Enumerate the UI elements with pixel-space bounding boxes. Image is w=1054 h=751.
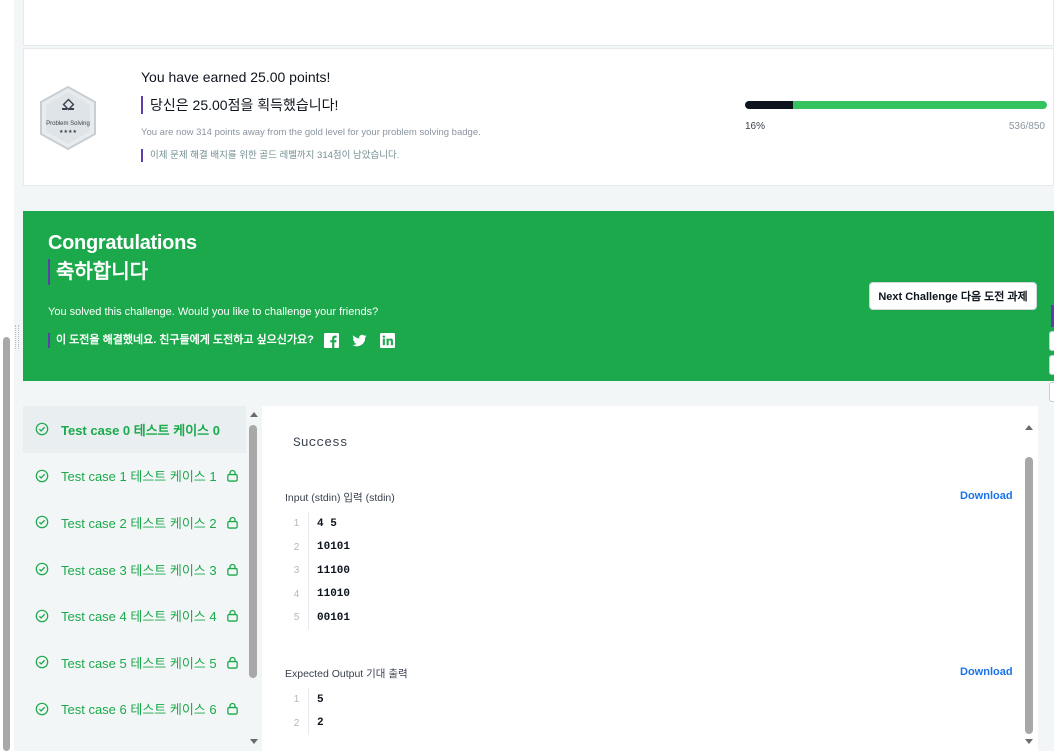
congrats-message: You solved this challenge. Would you lik… [48,306,379,318]
points-earned-title: You have earned 25.00 points! [141,69,331,85]
problem-solving-badge: Problem Solving ★★★★ [38,85,98,151]
twitter-icon[interactable] [352,333,367,348]
badge-progress-bar [745,101,1047,109]
test-output-panel: Success Input (stdin) 입력 (stdin) Downloa… [262,406,1038,751]
progress-percent: 16% [745,121,766,132]
test-case-label: Test case 1 테스트 케이스 1 [61,469,217,485]
expected-output-download-link[interactable]: Download [960,666,1013,678]
gold-level-message-ko: 이제 문제 해결 배지를 위한 골드 레벨까지 314점이 남았습니다. [141,149,399,162]
scroll-up-arrow-icon[interactable] [250,412,258,417]
code-line: 2 10101 [285,535,1015,559]
side-widget-tab[interactable] [1049,331,1054,351]
resize-grip[interactable] [15,325,19,349]
check-circle-icon [35,562,49,576]
expected-output-label: Expected Output 기대 출력 [285,668,408,680]
test-case-label: Test case 6 테스트 케이스 6 [61,702,217,718]
code-line: 5 00101 [285,606,1015,630]
line-number: 3 [285,559,309,583]
test-case-item[interactable]: Test case 5 테스트 케이스 5 [23,639,246,686]
line-number: 1 [285,512,309,536]
congratulations-banner: Congratulations 축하합니다 You solved this ch… [23,211,1054,381]
check-circle-icon [35,702,49,716]
top-card-strip [23,0,1054,46]
gold-level-message: You are now 314 points away from the gol… [141,127,481,138]
linkedin-icon[interactable] [379,333,395,348]
code-line: 1 4 5 [285,512,1015,536]
test-case-label: Test case 0 테스트 케이스 0 [61,422,220,438]
output-scroll-up-arrow-icon[interactable] [1025,425,1033,430]
code-line: 4 11010 [285,582,1015,606]
line-number: 1 [285,688,309,712]
code-line: 15 [285,688,1015,712]
line-number: 5 [285,606,309,630]
congrats-message-ko: 이 도전을 해결했네요. 친구들에게 도전하고 싶으신가요? [56,334,314,346]
lock-icon [226,703,238,716]
test-case-label: Test case 3 테스트 케이스 3 [61,562,217,578]
page-scrollbar-thumb[interactable] [3,337,10,751]
input-download-link[interactable]: Download [960,490,1013,502]
code-line: 3 11100 [285,559,1015,583]
line-value: 00101 [317,611,351,624]
side-widget-tab[interactable] [1049,382,1054,402]
points-card: Problem Solving ★★★★ You have earned 25.… [23,48,1054,186]
scroll-down-arrow-icon[interactable] [250,739,258,744]
progress-count: 536/850 [1008,121,1045,132]
test-case-scrollbar-thumb[interactable] [249,425,257,678]
compiler-status: Success [293,435,348,450]
test-case-item[interactable]: Test case 0 테스트 케이스 0 [23,406,246,453]
lock-icon [226,610,238,622]
test-case-label: Test case 2 테스트 케이스 2 [61,515,217,531]
test-case-item[interactable]: Test case 1 테스트 케이스 1 [23,453,246,500]
line-value: 11100 [317,564,351,577]
test-case-item[interactable]: Test case 2 테스트 케이스 2 [23,499,246,546]
side-widget-tab[interactable] [1049,355,1054,375]
check-circle-icon [35,516,49,529]
congrats-title-ko: 축하합니다 [48,259,148,285]
line-value: 5 [317,693,324,706]
line-value: 4 5 [317,517,337,530]
page: Problem Solving ★★★★ You have earned 25.… [0,0,1054,751]
check-circle-icon [35,609,49,622]
test-case-item[interactable]: Test case 3 테스트 케이스 3 [23,546,246,593]
input-label: Input (stdin) 입력 (stdin) [285,492,395,504]
check-circle-icon [35,422,49,436]
congrats-title: Congratulations [48,232,197,254]
social-share [323,333,395,348]
expected-output-code-block: 1522 [285,688,1015,735]
line-value: 11010 [317,588,351,601]
line-value: 10101 [317,541,351,554]
check-circle-icon [35,655,49,669]
badge-hexagon-icon: Problem Solving ★★★★ [40,85,96,151]
test-case-label: Test case 4 테스트 케이스 4 [61,609,217,625]
lock-icon [226,656,238,669]
line-value: 2 [317,717,324,730]
code-line: 22 [285,711,1015,735]
lock-icon [226,563,238,576]
congrats-message-ko-row: 이 도전을 해결했네요. 친구들에게 도전하고 싶으신가요? [48,333,395,348]
svg-text:★★★★: ★★★★ [59,129,77,135]
lock-icon [226,470,238,483]
output-scroll-down-arrow-icon[interactable] [1025,739,1033,744]
check-circle-icon [35,469,49,483]
line-number: 4 [285,582,309,606]
facebook-icon[interactable] [323,333,339,348]
next-challenge-button[interactable]: Next Challenge 다음 도전 과제 [869,282,1037,310]
output-scrollbar-thumb[interactable] [1025,457,1033,734]
test-case-item[interactable]: Test case 4 테스트 케이스 4 [23,592,246,639]
badge-progress-fill [745,101,794,109]
input-code-block: 1 4 5 2 10101 3 11100 4 11010 5 00101 [285,512,1015,630]
line-number: 2 [285,711,309,735]
points-earned-title-ko: 당신은 25.00점을 획득했습니다! [141,96,338,114]
test-case-list: Test case 0 테스트 케이스 0 Test case 1 테스트 케이스… [23,406,246,751]
line-number: 2 [285,535,309,559]
lock-icon [226,516,238,529]
svg-text:Problem Solving: Problem Solving [46,121,90,127]
test-case-label: Test case 5 테스트 케이스 5 [61,655,217,671]
test-case-item[interactable]: Test case 6 테스트 케이스 6 [23,686,246,733]
